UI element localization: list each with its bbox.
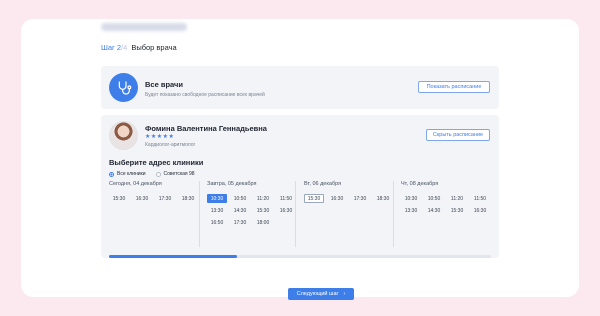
time-slot-highlighted[interactable]: 15:30 (304, 194, 324, 203)
next-step-label: Следующий шаг (296, 291, 339, 297)
time-slot[interactable]: 13:30 (207, 206, 227, 215)
time-slot[interactable]: 16:30 (132, 194, 152, 203)
main-card: Шаг 2/4 Выбор врача Все врачи Будет показ… (21, 19, 579, 300)
doctor-panel: Фомина Валентина Геннадьевна ★★★★★ Карди… (101, 115, 499, 258)
radio-sovetskaya[interactable]: Советская 98 (155, 171, 195, 177)
time-slot[interactable]: 16:30 (276, 206, 296, 215)
step-title: Выбор врача (131, 43, 177, 52)
time-slot[interactable]: 16:30 (327, 194, 347, 203)
rating-stars: ★★★★★ (145, 134, 175, 140)
step-total: /4 (121, 43, 128, 52)
all-doctors-panel: Все врачи Будет показано свободное распи… (101, 66, 499, 109)
day-column: Сегодня, 04 декабря 15:30 16:30 17:30 18… (109, 181, 204, 203)
time-slot[interactable]: 14:30 (230, 206, 250, 215)
doctor-name: Фомина Валентина Геннадьевна (145, 124, 267, 133)
all-doctors-title: Все врачи (145, 80, 183, 89)
radio-dot[interactable] (155, 171, 161, 177)
time-slot[interactable]: 17:30 (155, 194, 175, 203)
day-label: Сегодня, 04 декабря (109, 181, 162, 187)
time-slot[interactable]: 16:50 (207, 218, 227, 227)
horizontal-scrollbar[interactable] (109, 255, 491, 258)
column-divider (199, 181, 200, 247)
address-options: Все клиники Советская 98 (109, 171, 195, 177)
day-column: Вт, 06 декабря 15:30 16:30 17:30 18:30 (304, 181, 399, 203)
all-doctors-subtitle: Будет показано свободное расписание всех… (145, 92, 265, 98)
day-label: Чт, 08 декабря (401, 181, 439, 187)
column-divider (295, 181, 296, 247)
time-slot[interactable]: 18:00 (253, 218, 273, 227)
radio-label-all-clinics: Все клиники (117, 171, 146, 177)
radio-dot-selected[interactable] (109, 171, 114, 177)
time-slot[interactable]: 13:30 (401, 206, 421, 215)
hide-schedule-button[interactable]: Скрыть расписание (426, 129, 490, 141)
time-slot[interactable]: 14:30 (424, 206, 444, 215)
show-schedule-button[interactable]: Показать расписание (418, 81, 490, 93)
next-step-button[interactable]: Следующий шаг › (288, 288, 354, 300)
radio-all-clinics[interactable]: Все клиники (109, 171, 146, 177)
time-slot[interactable]: 11:20 (447, 194, 467, 203)
blurred-header (101, 23, 187, 31)
radio-label-sovetskaya: Советская 98 (163, 171, 195, 177)
day-column: Завтра, 05 декабря 10:30 10:50 11:20 11:… (207, 181, 302, 227)
time-slot[interactable]: 17:30 (350, 194, 370, 203)
time-slot[interactable]: 17:30 (230, 218, 250, 227)
address-title: Выберите адрес клиники (109, 158, 204, 167)
doctor-avatar (109, 121, 138, 150)
time-slot[interactable]: 11:20 (253, 194, 273, 203)
scrollbar-thumb[interactable] (109, 255, 237, 258)
day-column: Чт, 08 декабря 10:30 10:50 11:20 11:50 1… (401, 181, 496, 215)
column-divider (393, 181, 394, 247)
step-number: Шаг 2 (101, 43, 122, 52)
chevron-right-icon: › (343, 291, 346, 297)
stethoscope-icon (109, 73, 138, 102)
time-slot[interactable]: 11:50 (470, 194, 490, 203)
day-label: Вт, 06 декабря (304, 181, 342, 187)
time-slot[interactable]: 18:30 (178, 194, 198, 203)
day-label: Завтра, 05 декабря (207, 181, 257, 187)
doctor-specialty: Кардиолог-аритмолог (145, 142, 196, 148)
time-slot[interactable]: 10:30 (401, 194, 421, 203)
time-slot[interactable]: 18:30 (373, 194, 393, 203)
time-slot[interactable]: 11:50 (276, 194, 296, 203)
time-slot[interactable]: 16:30 (470, 206, 490, 215)
time-slot[interactable]: 10:50 (424, 194, 444, 203)
time-slot[interactable]: 15:30 (253, 206, 273, 215)
time-slot-selected[interactable]: 10:30 (207, 194, 227, 203)
step-header: Шаг 2/4 Выбор врача (101, 43, 177, 52)
time-slot[interactable]: 10:50 (230, 194, 250, 203)
time-slot[interactable]: 15:30 (109, 194, 129, 203)
time-slot[interactable]: 15:30 (447, 206, 467, 215)
